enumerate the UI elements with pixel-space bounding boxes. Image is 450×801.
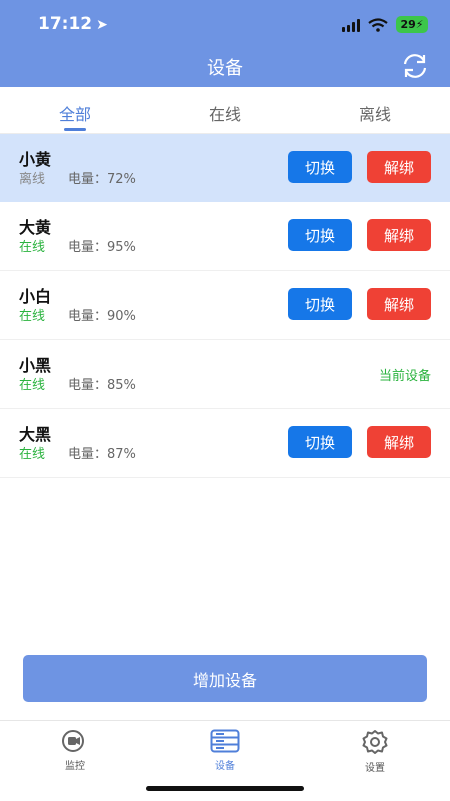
- battery-value: 90%: [107, 309, 136, 324]
- location-arrow-icon: ➤: [96, 17, 108, 33]
- device-row[interactable]: 大黑 在线 电量：87% 切换 解绑: [0, 409, 450, 478]
- unbind-button[interactable]: 解绑: [367, 426, 431, 458]
- status-time-text: 17:12: [38, 14, 93, 34]
- device-battery: 电量：87%: [68, 443, 136, 462]
- tab-offline[interactable]: 离线: [359, 101, 391, 125]
- device-name: 小黑: [19, 356, 52, 375]
- server-icon: [210, 729, 240, 753]
- unbind-button[interactable]: 解绑: [367, 151, 431, 183]
- page-title: 设备: [207, 58, 243, 79]
- device-status: 离线: [19, 172, 46, 187]
- device-name: 小白: [19, 287, 52, 306]
- device-row[interactable]: 大黄 在线 电量：95% 切换 解绑: [0, 202, 450, 271]
- tabbar-item-settings[interactable]: 设置: [335, 729, 415, 774]
- device-name: 小黄: [19, 150, 52, 169]
- device-row[interactable]: 小黑 在线 电量：85% 当前设备: [0, 340, 450, 409]
- add-device-button[interactable]: 增加设备: [23, 655, 427, 702]
- device-battery: 电量：95%: [68, 236, 136, 255]
- battery-value: 95%: [107, 240, 136, 255]
- tabbar-label: 监控: [65, 761, 85, 772]
- status-icons: 29 ⚡: [342, 16, 428, 33]
- battery-value: 87%: [107, 447, 136, 462]
- device-battery: 电量：72%: [68, 168, 136, 187]
- tabbar-item-monitor[interactable]: 监控: [35, 729, 115, 772]
- home-indicator: [146, 786, 304, 791]
- device-name: 大黄: [19, 218, 52, 237]
- device-list: 小黄 离线 电量：72% 切换 解绑 大黄 在线 电量：95% 切换 解绑 小白…: [0, 134, 450, 478]
- tab-online[interactable]: 在线: [209, 101, 241, 125]
- battery-value: 72%: [107, 172, 136, 187]
- switch-button[interactable]: 切换: [288, 151, 352, 183]
- battery-label: 电量：: [68, 447, 108, 462]
- tabbar-label: 设置: [365, 763, 385, 774]
- gear-icon: [362, 730, 388, 754]
- device-status: 在线: [19, 309, 46, 324]
- battery-label: 电量：: [68, 240, 108, 255]
- unbind-button[interactable]: 解绑: [367, 219, 431, 251]
- status-time: 17:12 ➤: [38, 14, 108, 34]
- switch-button[interactable]: 切换: [288, 426, 352, 458]
- camera-icon: [62, 730, 84, 752]
- app-header: 17:12 ➤ 29 ⚡ 设备: [0, 0, 450, 87]
- device-row[interactable]: 小白 在线 电量：90% 切换 解绑: [0, 271, 450, 340]
- battery-value: 85%: [107, 378, 136, 393]
- device-name: 大黑: [19, 425, 52, 444]
- filter-tabs: 全部 在线 离线: [0, 87, 450, 134]
- battery-label: 电量：: [68, 309, 108, 324]
- current-device-label: 当前设备: [378, 369, 431, 384]
- battery-label: 电量：: [68, 378, 108, 393]
- device-status: 在线: [19, 447, 46, 462]
- tab-active-indicator: [64, 128, 86, 131]
- battery-level: 29: [400, 18, 416, 31]
- device-battery: 电量：90%: [68, 305, 136, 324]
- refresh-icon[interactable]: [400, 52, 430, 80]
- wifi-icon: [368, 17, 388, 32]
- device-status: 在线: [19, 378, 46, 393]
- switch-button[interactable]: 切换: [288, 288, 352, 320]
- tabbar-item-devices[interactable]: 设备: [185, 729, 265, 772]
- battery-label: 电量：: [68, 172, 108, 187]
- switch-button[interactable]: 切换: [288, 219, 352, 251]
- unbind-button[interactable]: 解绑: [367, 288, 431, 320]
- cellular-signal-icon: [342, 18, 360, 32]
- tabbar-label: 设备: [215, 761, 235, 772]
- battery-icon: 29 ⚡: [396, 16, 428, 33]
- device-battery: 电量：85%: [68, 374, 136, 393]
- device-row[interactable]: 小黄 离线 电量：72% 切换 解绑: [0, 134, 450, 202]
- device-status: 在线: [19, 240, 46, 255]
- tab-all[interactable]: 全部: [59, 101, 91, 125]
